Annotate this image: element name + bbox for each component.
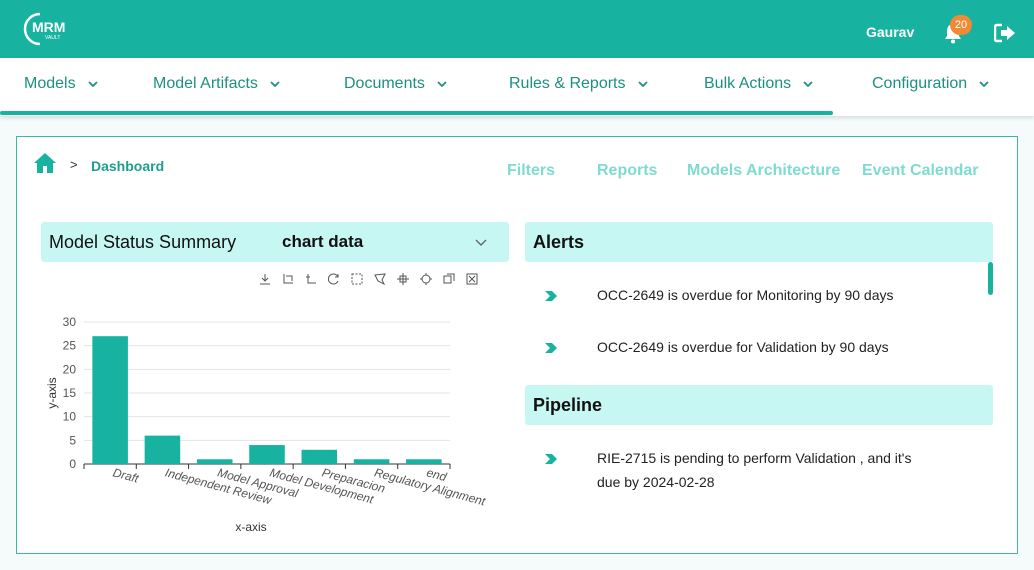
chevron-down-icon	[87, 81, 98, 88]
chevron-right-icon	[545, 291, 557, 301]
rect-select-icon[interactable]	[350, 272, 364, 286]
nav-rules-reports[interactable]: Rules & Reports	[509, 75, 650, 93]
y-tick-label: 0	[69, 457, 76, 471]
nav-bulk-actions[interactable]: Bulk Actions	[704, 75, 815, 93]
nav-documents-label: Documents	[344, 75, 425, 92]
download-icon[interactable]	[258, 272, 272, 286]
bar	[144, 435, 181, 464]
notification-badge[interactable]: 20	[950, 15, 972, 35]
y-axis-title: y-axis	[45, 377, 59, 408]
lasso-select-icon[interactable]	[373, 272, 387, 286]
nav-configuration-label: Configuration	[872, 75, 968, 92]
y-tick-label: 5	[69, 433, 76, 447]
alerts-scrollbar[interactable]	[988, 262, 993, 295]
home-icon[interactable]	[33, 152, 57, 174]
zoom-icon[interactable]	[281, 272, 295, 286]
nav-models[interactable]: Models	[24, 75, 100, 93]
bar	[92, 336, 128, 464]
nav-bulk-actions-label: Bulk Actions	[704, 75, 792, 92]
logo-text: MRM	[32, 19, 65, 35]
event-calendar-link[interactable]: Event Calendar	[862, 162, 978, 180]
bar	[406, 459, 442, 464]
main-nav: Models Model Artifacts Documents Rules &…	[0, 58, 1034, 116]
top-bar: MRM VAULT Gaurav 20	[0, 0, 1034, 58]
mrm-vault-logo[interactable]: MRM VAULT	[18, 10, 76, 48]
reports-link[interactable]: Reports	[597, 162, 657, 180]
pipeline-item[interactable]: RIE-2715 is pending to perform Validatio…	[597, 446, 911, 494]
model-status-summary-title: Model Status Summary	[49, 232, 237, 252]
y-tick-label: 25	[63, 339, 77, 353]
chevron-down-icon	[270, 81, 280, 88]
nav-configuration[interactable]: Configuration	[872, 75, 991, 93]
y-tick-label: 10	[63, 410, 77, 424]
chevron-down-icon[interactable]	[473, 234, 489, 250]
zoom-in-icon[interactable]	[396, 272, 410, 286]
nav-models-label: Models	[24, 75, 76, 92]
breadcrumb-dashboard[interactable]: Dashboard	[91, 158, 164, 174]
chevron-down-icon	[803, 81, 813, 88]
model-status-summary-header: Model Status Summary chart data	[41, 222, 509, 262]
alerts-header: Alerts	[525, 222, 993, 262]
breadcrumb-separator: >	[70, 157, 78, 172]
zoom-out-icon[interactable]	[419, 272, 433, 286]
model-status-bar-chart: 051015202530Draft Independent ReviewModel…	[45, 315, 487, 534]
chart-data-select[interactable]: chart data	[282, 232, 363, 252]
bar	[353, 459, 390, 464]
chevron-down-icon	[637, 81, 648, 88]
nav-documents[interactable]: Documents	[344, 75, 449, 93]
user-name[interactable]: Gaurav	[866, 24, 914, 40]
chevron-down-icon	[437, 81, 447, 88]
restore-icon[interactable]	[327, 272, 341, 286]
pipeline-header: Pipeline	[525, 385, 993, 425]
bar	[196, 459, 233, 464]
bar	[249, 445, 285, 464]
nav-active-underline	[0, 111, 833, 115]
pipeline-title: Pipeline	[533, 395, 603, 415]
zoom-reset-icon[interactable]	[304, 272, 318, 286]
models-architecture-link[interactable]: Models Architecture	[687, 162, 840, 180]
y-tick-label: 30	[63, 315, 77, 329]
bar	[301, 449, 338, 464]
pipeline-item-line2: due by 2024-02-28	[597, 474, 715, 490]
logout-icon[interactable]	[993, 23, 1016, 43]
chevron-down-icon	[979, 81, 989, 88]
reset-axes-icon[interactable]	[465, 272, 479, 286]
nav-model-artifacts-label: Model Artifacts	[153, 75, 258, 92]
pipeline-item-line1: RIE-2715 is pending to perform Validatio…	[597, 450, 912, 466]
chevron-right-icon	[545, 454, 557, 464]
y-tick-label: 15	[63, 386, 77, 400]
filters-link[interactable]: Filters	[507, 162, 555, 180]
nav-rules-reports-label: Rules & Reports	[509, 75, 626, 92]
alert-item[interactable]: OCC-2649 is overdue for Monitoring by 90…	[597, 283, 893, 307]
autoscale-icon[interactable]	[442, 272, 456, 286]
chevron-right-icon	[545, 343, 557, 353]
chart-toolbox	[258, 272, 479, 286]
logo-subtext: VAULT	[45, 35, 60, 41]
nav-model-artifacts[interactable]: Model Artifacts	[153, 75, 282, 93]
alerts-title: Alerts	[533, 232, 585, 252]
y-tick-label: 20	[63, 362, 77, 376]
x-axis-title: x-axis	[235, 520, 266, 534]
alert-item[interactable]: OCC-2649 is overdue for Validation by 90…	[597, 335, 889, 359]
